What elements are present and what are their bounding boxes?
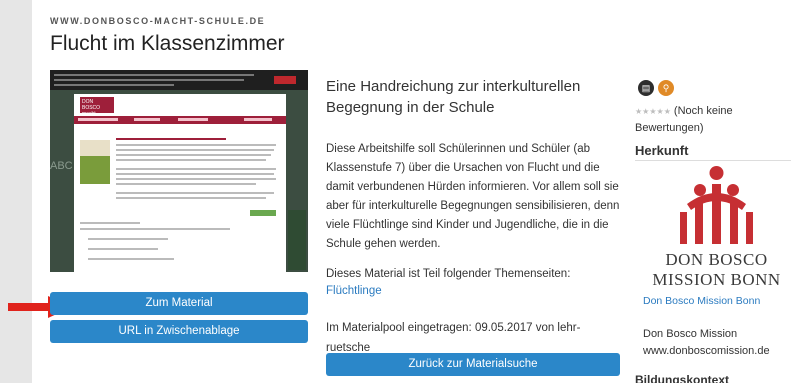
preview-page: DON BOSCO macht Schule [74, 94, 286, 272]
preview-side-decor [288, 210, 306, 270]
bildungskontext-heading: Bildungskontext [635, 373, 730, 383]
don-bosco-mission-logo[interactable]: DON BOSCO MISSION BONN [643, 164, 790, 292]
herkunft-heading: Herkunft [635, 143, 689, 158]
org-url: www.donboscomission.de [643, 345, 770, 357]
rating: ★★★★★ (Noch keine Bewertungen) [635, 103, 745, 136]
site-label: WWW.DONBOSCO-MACHT-SCHULE.DE [50, 16, 266, 26]
theme-link-fluechtlinge[interactable]: Flüchtlinge [326, 283, 622, 300]
theme-section: Dieses Material ist Teil folgender Theme… [326, 266, 622, 300]
theme-intro: Dieses Material ist Teil folgender Theme… [326, 268, 571, 280]
logo-line-1: DON BOSCO [665, 250, 768, 269]
zum-material-button[interactable]: Zum Material [50, 292, 308, 315]
description-text: Diese Arbeitshilfe soll Schülerinnen und… [326, 143, 620, 250]
divider [635, 160, 791, 161]
org-link[interactable]: Don Bosco Mission Bonn [643, 295, 760, 307]
pool-entry-info: Im Materialpool eingetragen: 09.05.2017 … [326, 322, 581, 354]
org-info: Don Bosco Mission www.donboscomission.de [643, 326, 770, 360]
material-preview-image[interactable]: ABC DON BOSCO macht Schule [50, 70, 308, 272]
back-to-search-button[interactable]: Zurück zur Materialsuche [326, 353, 620, 376]
document-icon[interactable]: ▤ [638, 80, 654, 96]
url-clipboard-button[interactable]: URL in Zwischenablage [50, 320, 308, 343]
logo-line-2: MISSION BONN [652, 270, 781, 289]
preview-nav [74, 116, 286, 124]
description-heading: Eine Handreichung zur interkulturellen B… [326, 78, 581, 116]
rating-stars-icon[interactable]: ★★★★★ [635, 107, 671, 116]
page-title: Flucht im Klassenzimmer [50, 32, 285, 55]
preview-green-button [250, 210, 276, 216]
preview-logo: DON BOSCO macht Schule [80, 97, 114, 123]
org-name: Don Bosco Mission [643, 328, 738, 340]
preview-book-cover [80, 140, 110, 184]
search-icon[interactable]: ⚲ [658, 80, 674, 96]
logo-figures-icon [680, 166, 753, 244]
chalk-letters: ABC [50, 160, 73, 172]
cookie-banner [50, 70, 308, 90]
